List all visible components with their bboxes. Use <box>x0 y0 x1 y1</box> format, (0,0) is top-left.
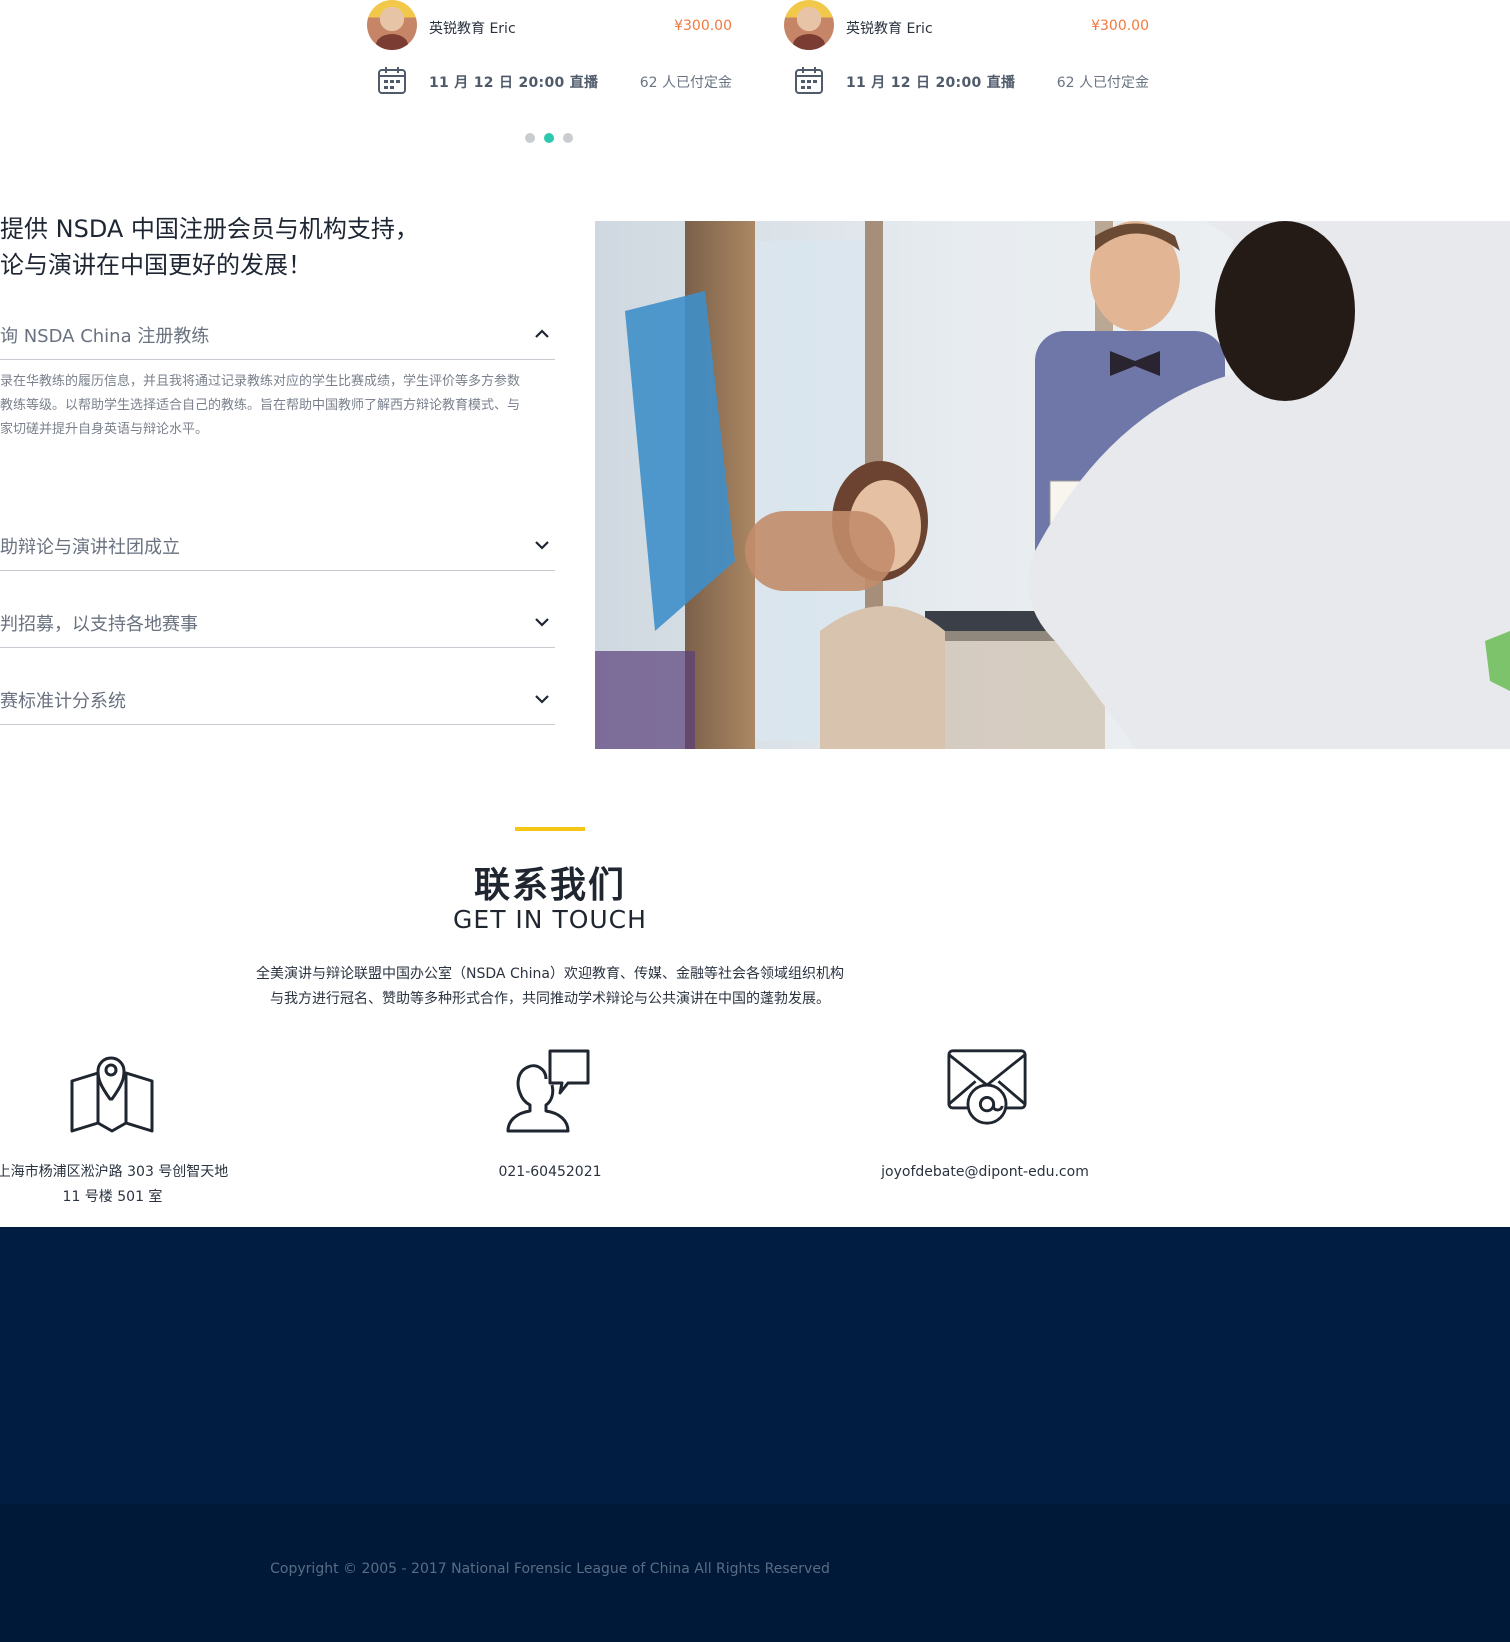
contact-address: 上海市杨浦区淞沪路 303 号创智天地 11 号楼 501 室 <box>0 1160 230 1210</box>
accordion-description: 录在华教练的履历信息，并且我将通过记录教练对应的学生比赛成绩，学生评价等多方参数… <box>0 370 556 442</box>
contact-phone[interactable]: 021-60452021 <box>475 1160 625 1185</box>
contact-intro-line: 全美演讲与辩论联盟中国办公室（NSDA China）欢迎教育、传媒、金融等社会各… <box>256 966 844 982</box>
contact-intro-line: 与我方进行冠名、赞助等多种形式合作，共同推动学术辩论与公共演讲在中国的蓬勃发展。 <box>270 991 830 1007</box>
accordion-item-judge-recruit[interactable]: 判招募，以支持各地赛事 <box>0 602 555 648</box>
course-price: ¥300.00 <box>674 18 732 34</box>
accordion-item-registered-coach[interactable]: 询 NSDA China 注册教练 <box>0 314 555 360</box>
course-price: ¥300.00 <box>1091 18 1149 34</box>
course-author: 英锐教育 Eric <box>846 21 933 37</box>
description-line: 录在华教练的履历信息，并且我将通过记录教练对应的学生比赛成绩，学生评价等多方参数 <box>0 374 521 389</box>
carousel-dot[interactable] <box>525 133 535 143</box>
accordion-label: 助辩论与演讲社团成立 <box>0 537 180 558</box>
footer-main <box>0 1227 1510 1504</box>
contact-title-en: GET IN TOUCH <box>453 905 647 934</box>
carousel-dots <box>525 133 573 143</box>
course-paid-count: 62 人已付定金 <box>1056 75 1149 91</box>
carousel-dot[interactable] <box>563 133 573 143</box>
address-line: 上海市杨浦区淞沪路 303 号创智天地 <box>0 1164 229 1180</box>
contact-intro: 全美演讲与辩论联盟中国办公室（NSDA China）欢迎教育、传媒、金融等社会各… <box>0 962 1100 1012</box>
support-headline-line: 论与演讲在中国更好的发展！ <box>0 251 312 279</box>
page: 英锐教育 Eric ¥300.00 11 月 12 日 20:00 直播 62 … <box>0 0 1510 1642</box>
course-schedule: 11 月 12 日 20:00 直播 <box>429 75 599 91</box>
address-line: 11 号楼 501 室 <box>62 1189 163 1205</box>
calendar-icon <box>378 67 406 94</box>
chevron-down-icon[interactable] <box>533 613 551 631</box>
office-photo <box>595 221 1510 749</box>
calendar-icon <box>795 67 823 94</box>
support-headline-line: 提供 NSDA 中国注册会员与机构支持， <box>0 215 419 243</box>
map-pin-icon <box>70 1056 154 1133</box>
description-line: 家切磋并提升自身英语与辩论水平。 <box>0 422 209 437</box>
title-accent-bar <box>515 827 585 831</box>
course-paid-count: 62 人已付定金 <box>639 75 732 91</box>
accordion-label: 判招募，以支持各地赛事 <box>0 614 198 635</box>
accordion-item-club-support[interactable]: 助辩论与演讲社团成立 <box>0 524 555 571</box>
accordion-label: 询 NSDA China 注册教练 <box>0 326 210 347</box>
support-headline: 提供 NSDA 中国注册会员与机构支持， 论与演讲在中国更好的发展！ <box>0 211 419 283</box>
contact-email[interactable]: joyofdebate@dipont-edu.com <box>865 1160 1105 1185</box>
carousel-dot-active[interactable] <box>544 133 554 143</box>
envelope-at-icon <box>947 1049 1027 1125</box>
person-chat-icon <box>506 1049 590 1133</box>
copyright-text: Copyright © 2005 - 2017 National Forensi… <box>270 1561 830 1577</box>
description-line: 教练等级。以帮助学生选择适合自己的教练。旨在帮助中国教师了解西方辩论教育模式、与 <box>0 398 521 413</box>
chevron-up-icon[interactable] <box>533 325 551 343</box>
avatar <box>367 0 417 50</box>
contact-title-cn: 联系我们 <box>473 865 626 906</box>
course-author: 英锐教育 Eric <box>429 21 516 37</box>
chevron-down-icon[interactable] <box>533 690 551 708</box>
avatar <box>784 0 834 50</box>
accordion-label: 赛标准计分系统 <box>0 691 126 712</box>
accordion-item-scoring-system[interactable]: 赛标准计分系统 <box>0 679 555 725</box>
chevron-down-icon[interactable] <box>533 536 551 554</box>
course-schedule: 11 月 12 日 20:00 直播 <box>846 75 1016 91</box>
